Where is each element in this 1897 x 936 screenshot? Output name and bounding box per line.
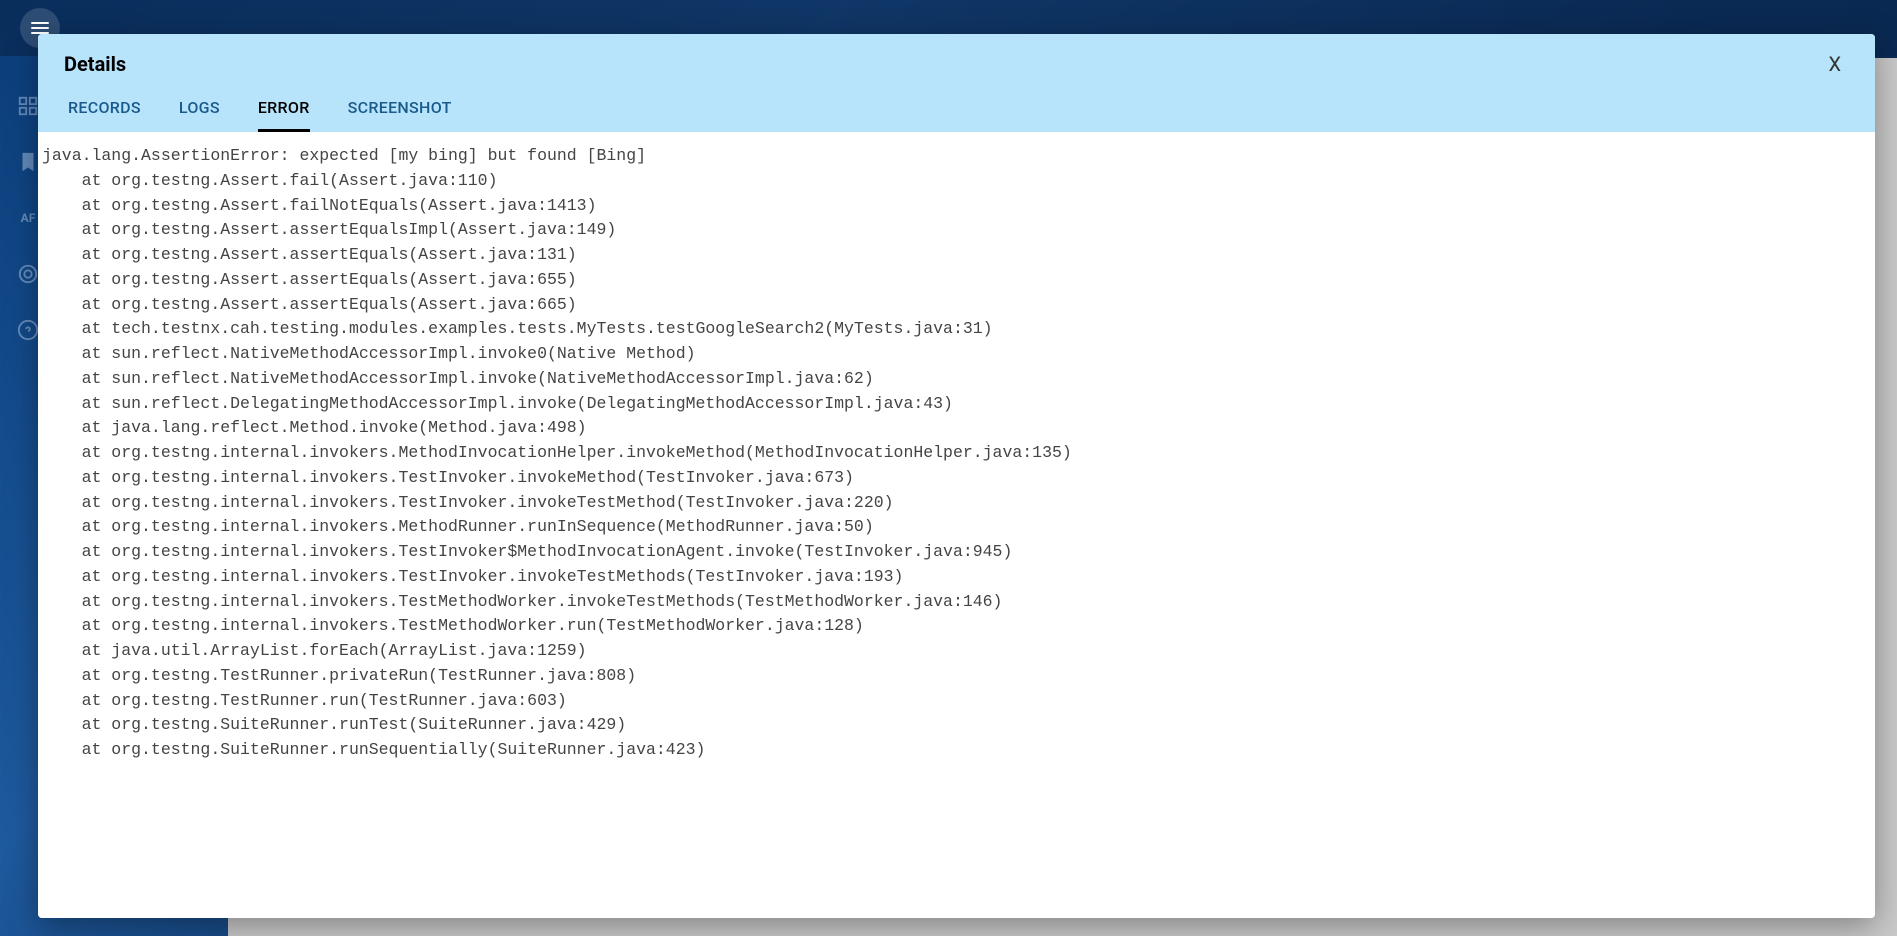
stack-frame: at org.testng.Assert.fail(Assert.java:11… <box>42 169 1873 194</box>
stack-frame: at sun.reflect.NativeMethodAccessorImpl.… <box>42 342 1873 367</box>
stack-frame: at org.testng.Assert.assertEquals(Assert… <box>42 293 1873 318</box>
stack-frame: at org.testng.internal.invokers.TestInvo… <box>42 565 1873 590</box>
stack-frame: at org.testng.internal.invokers.TestInvo… <box>42 466 1873 491</box>
modal-title: Details <box>64 52 126 76</box>
stack-frame: at org.testng.internal.invokers.TestMeth… <box>42 614 1873 639</box>
tab-logs[interactable]: LOGS <box>179 98 220 132</box>
stack-frame: at org.testng.internal.invokers.TestInvo… <box>42 491 1873 516</box>
stack-frame: at org.testng.Assert.assertEquals(Assert… <box>42 268 1873 293</box>
stack-frame: at org.testng.internal.invokers.TestInvo… <box>42 540 1873 565</box>
details-modal: Details X RECORDS LOGS ERROR SCREENSHOT jav… <box>38 34 1875 918</box>
close-button[interactable]: X <box>1820 52 1849 76</box>
modal-header: Details X RECORDS LOGS ERROR SCREENSHOT <box>38 34 1875 132</box>
tab-screenshot[interactable]: SCREENSHOT <box>348 98 452 132</box>
modal-tabs: RECORDS LOGS ERROR SCREENSHOT <box>64 98 1849 132</box>
error-content[interactable]: java.lang.AssertionError: expected [my b… <box>38 132 1875 918</box>
stack-frame: at org.testng.TestRunner.run(TestRunner.… <box>42 689 1873 714</box>
error-message: java.lang.AssertionError: expected [my b… <box>42 144 1873 169</box>
stack-frame: at org.testng.internal.invokers.TestMeth… <box>42 590 1873 615</box>
stack-frame: at org.testng.Assert.failNotEquals(Asser… <box>42 194 1873 219</box>
stack-frame: at org.testng.TestRunner.privateRun(Test… <box>42 664 1873 689</box>
stack-frame: at org.testng.internal.invokers.MethodRu… <box>42 515 1873 540</box>
stack-frame: at org.testng.SuiteRunner.runTest(SuiteR… <box>42 713 1873 738</box>
stack-frame: at java.util.ArrayList.forEach(ArrayList… <box>42 639 1873 664</box>
stack-frame: at sun.reflect.NativeMethodAccessorImpl.… <box>42 367 1873 392</box>
tab-records[interactable]: RECORDS <box>68 98 141 132</box>
stack-frame: at org.testng.Assert.assertEqualsImpl(As… <box>42 218 1873 243</box>
hamburger-icon <box>31 22 49 34</box>
tab-error[interactable]: ERROR <box>258 98 310 132</box>
stack-frame: at org.testng.Assert.assertEquals(Assert… <box>42 243 1873 268</box>
stack-frame: at java.lang.reflect.Method.invoke(Metho… <box>42 416 1873 441</box>
stack-frame: at tech.testnx.cah.testing.modules.examp… <box>42 317 1873 342</box>
stack-frame: at sun.reflect.DelegatingMethodAccessorI… <box>42 392 1873 417</box>
stack-frame: at org.testng.internal.invokers.MethodIn… <box>42 441 1873 466</box>
stack-frame: at org.testng.SuiteRunner.runSequentiall… <box>42 738 1873 763</box>
